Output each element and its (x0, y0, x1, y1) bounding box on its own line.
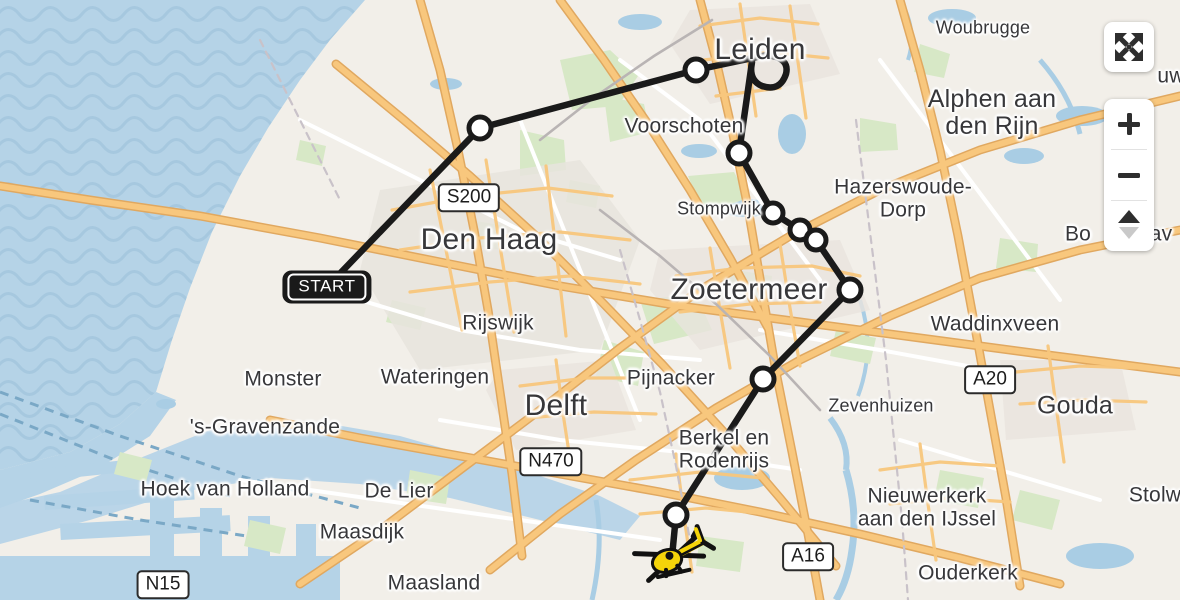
map-canvas[interactable]: Woubrugge Leiden Alphen aan den Rijn Voorsc… (0, 0, 1180, 600)
tilt-up-icon (1118, 210, 1140, 223)
route-start-label: START (287, 273, 367, 301)
road-shield: A16 (782, 542, 834, 572)
tilt-down-icon (1119, 227, 1139, 239)
road-shield: N470 (519, 447, 583, 477)
fullscreen-button[interactable] (1104, 22, 1154, 72)
tilt-compass-button[interactable] (1104, 201, 1154, 251)
route-start-marker: START (282, 270, 372, 304)
zoom-out-button[interactable] (1104, 150, 1154, 200)
road-shield: A20 (964, 365, 1016, 395)
map-tiles (0, 0, 1180, 600)
fullscreen-icon[interactable] (1104, 22, 1154, 72)
map-zoom-controls[interactable] (1104, 99, 1154, 251)
road-shield: S200 (437, 183, 501, 213)
road-shield: N15 (136, 570, 190, 600)
zoom-in-button[interactable] (1104, 99, 1154, 149)
